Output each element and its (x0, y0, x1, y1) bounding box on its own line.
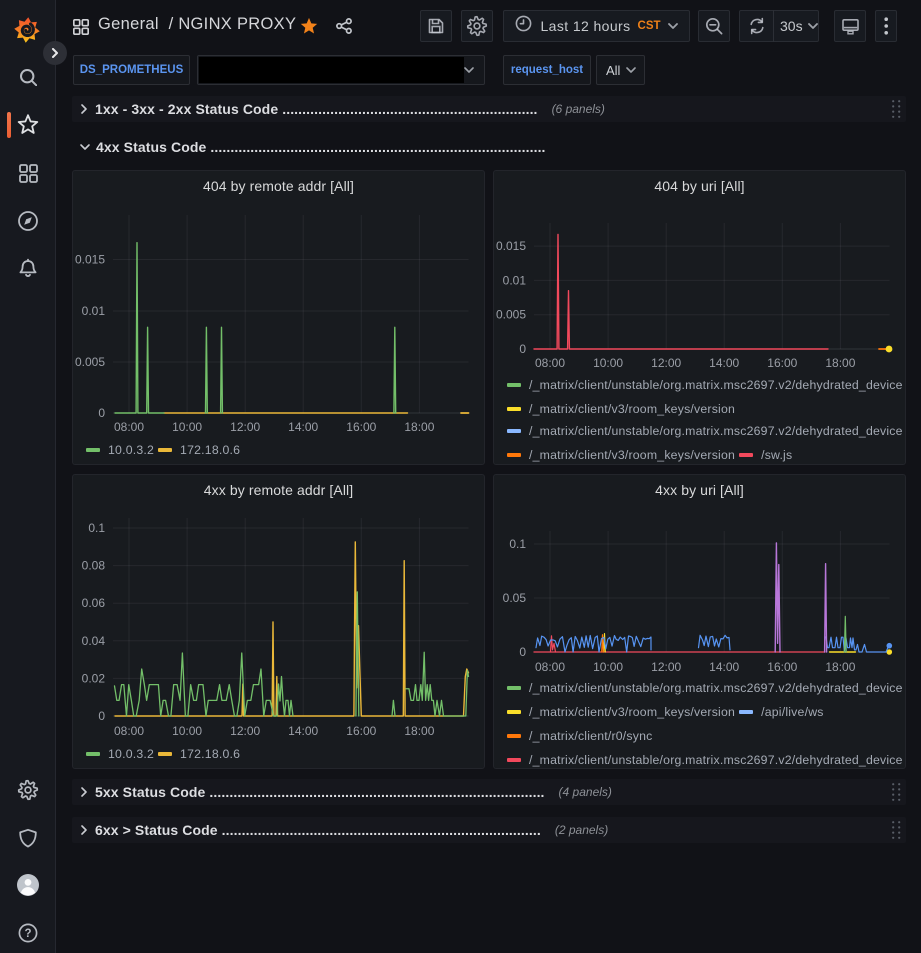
svg-text:14:00: 14:00 (709, 660, 739, 674)
svg-text:0.005: 0.005 (75, 355, 105, 369)
svg-text:16:00: 16:00 (346, 724, 376, 738)
svg-text:18:00: 18:00 (825, 356, 855, 370)
svg-text:18:00: 18:00 (404, 724, 434, 738)
svg-text:08:00: 08:00 (535, 660, 565, 674)
svg-text:?: ? (24, 928, 31, 940)
svg-text:0.05: 0.05 (503, 591, 527, 605)
svg-text:14:00: 14:00 (288, 724, 318, 738)
svg-text:12:00: 12:00 (651, 356, 681, 370)
svg-text:10:00: 10:00 (593, 660, 623, 674)
svg-text:10:00: 10:00 (172, 724, 202, 738)
svg-text:0.1: 0.1 (509, 537, 526, 551)
svg-text:08:00: 08:00 (114, 724, 144, 738)
svg-text:14:00: 14:00 (288, 420, 318, 434)
svg-text:0.005: 0.005 (496, 308, 526, 322)
svg-text:16:00: 16:00 (767, 660, 797, 674)
svg-text:0.06: 0.06 (82, 596, 106, 610)
svg-text:0: 0 (98, 406, 105, 420)
svg-text:08:00: 08:00 (535, 356, 565, 370)
svg-text:0.01: 0.01 (503, 273, 527, 287)
svg-text:0.01: 0.01 (82, 304, 106, 318)
svg-text:16:00: 16:00 (767, 356, 797, 370)
svg-text:10:00: 10:00 (593, 356, 623, 370)
svg-text:0: 0 (98, 709, 105, 723)
svg-text:0: 0 (519, 645, 526, 659)
svg-text:12:00: 12:00 (651, 660, 681, 674)
svg-text:12:00: 12:00 (230, 420, 260, 434)
svg-text:0.015: 0.015 (496, 239, 526, 253)
svg-text:18:00: 18:00 (404, 420, 434, 434)
svg-text:18:00: 18:00 (825, 660, 855, 674)
svg-text:0.1: 0.1 (88, 521, 105, 535)
svg-text:0.015: 0.015 (75, 253, 105, 267)
svg-text:0.08: 0.08 (82, 559, 106, 573)
svg-text:10:00: 10:00 (172, 420, 202, 434)
svg-text:0: 0 (519, 342, 526, 356)
svg-text:08:00: 08:00 (114, 420, 144, 434)
svg-text:14:00: 14:00 (709, 356, 739, 370)
svg-text:0.02: 0.02 (82, 671, 106, 685)
svg-text:12:00: 12:00 (230, 724, 260, 738)
svg-text:16:00: 16:00 (346, 420, 376, 434)
svg-text:0.04: 0.04 (82, 634, 106, 648)
